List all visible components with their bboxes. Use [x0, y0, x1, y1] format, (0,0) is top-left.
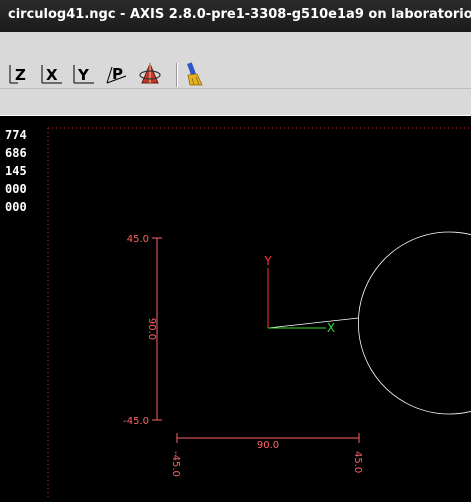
window-titlebar: circulog41.ngc - AXIS 2.8.0-pre1-3308-g5… [0, 0, 471, 32]
dro-line: 774 [5, 126, 27, 144]
dro-line: 145 [5, 162, 27, 180]
x-extent-label: 90.0 [257, 440, 279, 451]
x-right-label: 45.0 [352, 451, 363, 473]
toolpath-circle [359, 232, 471, 414]
status-strip [0, 88, 471, 115]
dro-line: 686 [5, 144, 27, 162]
y-bottom-label: -45.0 [123, 416, 149, 427]
x-axis-label: X [327, 321, 335, 335]
view-p-button[interactable]: P [104, 60, 128, 88]
x-left-label: -45.0 [170, 451, 181, 477]
rotate-view-button[interactable] [138, 60, 162, 88]
view-z-button[interactable]: Z [8, 60, 32, 88]
view-y-label: Y [77, 66, 90, 84]
y-extent-label: 90.0 [146, 318, 157, 340]
view-x-icon: X [40, 61, 64, 87]
dro-line: 000 [5, 180, 27, 198]
y-top-label: 45.0 [127, 234, 149, 245]
dro-line: 000 [5, 198, 27, 216]
view-p-label: P [112, 65, 123, 83]
preview-canvas[interactable]: 45.0 -45.0 90.0 90.0 -45.0 45.0 Y X [0, 116, 471, 498]
clear-plot-button[interactable] [182, 60, 206, 88]
dro-readout: 774 686 145 000 000 [5, 126, 27, 216]
view-z-icon: Z [8, 61, 32, 87]
clear-plot-brush-icon [182, 61, 206, 87]
window-title: circulog41.ngc - AXIS 2.8.0-pre1-3308-g5… [8, 7, 471, 22]
rotate-view-icon [138, 61, 162, 87]
view-x-button[interactable]: X [40, 60, 64, 88]
toolpath-entry [268, 318, 359, 328]
y-axis-label: Y [263, 254, 272, 268]
view-z-label: Z [15, 66, 26, 84]
view-y-button[interactable]: Y [72, 60, 96, 88]
plot-svg: 45.0 -45.0 90.0 90.0 -45.0 45.0 Y X [0, 116, 471, 498]
view-y-icon: Y [72, 61, 96, 87]
view-p-icon: P [104, 61, 128, 87]
view-x-label: X [46, 66, 58, 84]
toolbar-separator [176, 63, 178, 87]
